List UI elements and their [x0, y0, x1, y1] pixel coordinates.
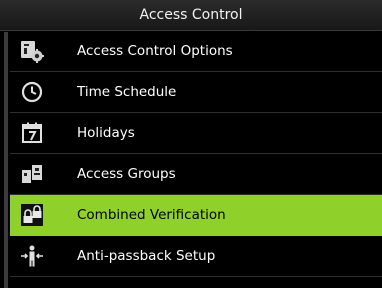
person-arrows-icon — [20, 244, 44, 268]
calendar-icon — [20, 121, 44, 145]
menu-item-label: Combined Verification — [77, 207, 226, 223]
menu-item-label: Time Schedule — [77, 84, 177, 100]
menu-list: Access Control Options Time Schedule Hol… — [10, 31, 382, 288]
scrollbar[interactable] — [4, 32, 8, 288]
lock-pair-icon — [20, 203, 44, 227]
menu-item-anti-passback-setup[interactable]: Anti-passback Setup — [10, 236, 382, 277]
page-title: Access Control — [0, 0, 382, 31]
menu-item-time-schedule[interactable]: Time Schedule — [10, 72, 382, 113]
menu-item-holidays[interactable]: Holidays — [10, 113, 382, 154]
group-icon — [20, 162, 44, 186]
menu-item-label: Access Control Options — [77, 43, 233, 59]
menu-item-label: Access Groups — [77, 166, 176, 182]
menu-item-access-control-options[interactable]: Access Control Options — [10, 31, 382, 72]
clock-icon — [20, 80, 44, 104]
menu-item-label: Anti-passback Setup — [77, 248, 216, 264]
access-control-screen: Access Control Access Control Options Ti… — [0, 0, 382, 288]
settings-gear-icon — [20, 39, 44, 63]
menu-item-combined-verification[interactable]: Combined Verification — [10, 195, 382, 236]
menu-item-label: Holidays — [77, 125, 135, 141]
menu-item-access-groups[interactable]: Access Groups — [10, 154, 382, 195]
